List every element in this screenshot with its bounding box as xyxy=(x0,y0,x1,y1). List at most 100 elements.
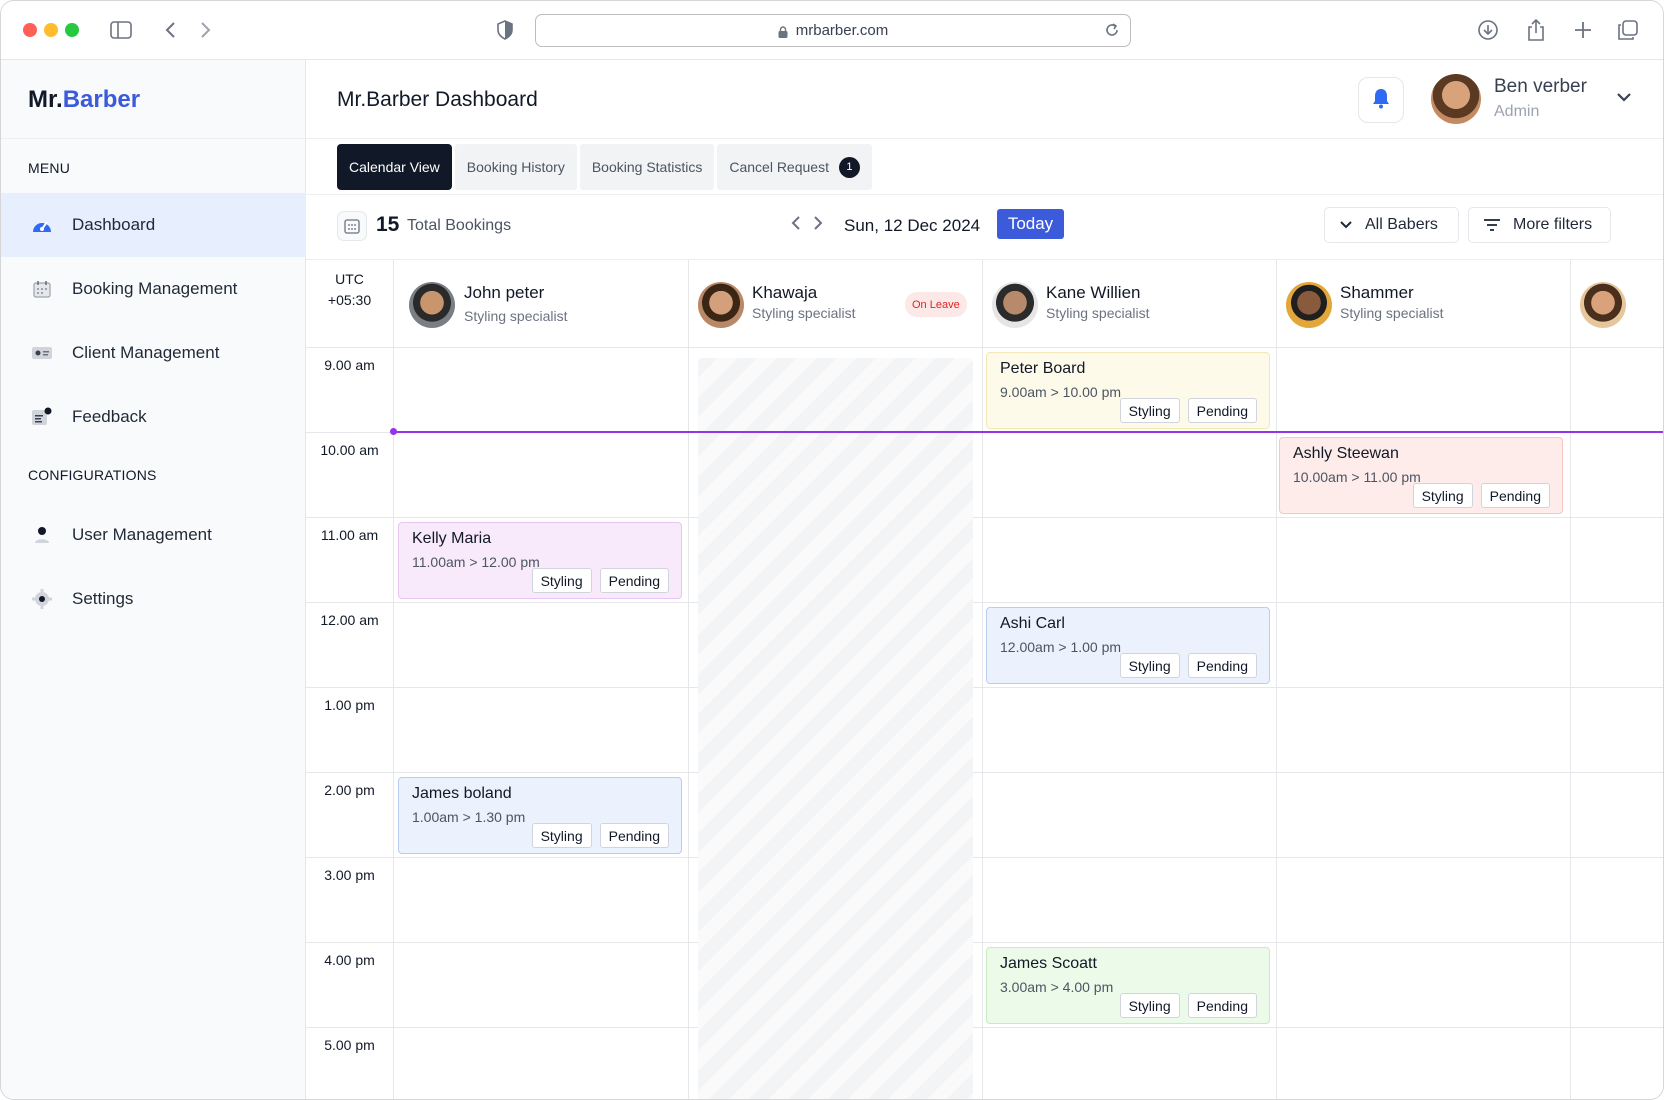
barber-header-john-peter[interactable]: John peter Styling specialist xyxy=(393,260,688,347)
time-slot-label: 5.00 pm xyxy=(324,1037,375,1053)
sidebar-item-label: Booking Management xyxy=(72,279,238,298)
share-icon[interactable] xyxy=(1523,17,1549,43)
page-title: Mr.Barber Dashboard xyxy=(337,88,538,111)
more-filters-button[interactable]: More filters xyxy=(1468,207,1611,243)
back-icon[interactable] xyxy=(157,17,183,43)
avatar xyxy=(1580,282,1626,328)
avatar xyxy=(1286,282,1332,328)
sidebar-item-dashboard[interactable]: Dashboard xyxy=(1,193,306,257)
forward-icon[interactable] xyxy=(193,17,219,43)
next-day-icon[interactable] xyxy=(812,215,824,236)
barber-header-kane-willien[interactable]: Kane Willien Styling specialist xyxy=(982,260,1276,347)
close-window-button[interactable] xyxy=(23,23,37,37)
service-tag: Styling xyxy=(1119,993,1180,1018)
current-time-dot xyxy=(390,428,397,435)
sidebar-item-label: Feedback xyxy=(72,407,147,426)
status-badge: Pending xyxy=(1187,398,1257,423)
hour-divider xyxy=(306,857,1663,858)
today-button[interactable]: Today xyxy=(997,209,1064,239)
avatar xyxy=(409,282,455,328)
booking-card[interactable]: Kelly Maria 11.00am > 12.00 pm Styling Pe… xyxy=(398,522,682,599)
bell-icon xyxy=(1371,87,1391,114)
client-name: Kelly Maria xyxy=(412,530,492,547)
sidebar-item-feedback[interactable]: Feedback xyxy=(1,385,306,449)
total-bookings-count: 15 xyxy=(376,213,400,236)
barber-role: Styling specialist xyxy=(1340,305,1444,321)
avatar[interactable] xyxy=(1431,74,1481,124)
user-name[interactable]: Ben verber xyxy=(1494,76,1587,98)
menu-section-title: MENU xyxy=(28,160,71,176)
hour-divider xyxy=(306,517,1663,518)
notification-button[interactable] xyxy=(1358,77,1404,123)
time-slot-label: 11.00 am xyxy=(320,527,379,543)
date-navigation xyxy=(790,215,824,236)
booking-card[interactable]: James boland 1.00am > 1.30 pm Styling Pen… xyxy=(398,777,682,854)
booking-card[interactable]: Peter Board 9.00am > 10.00 pm Styling Pen… xyxy=(986,352,1270,429)
client-name: Ashi Carl xyxy=(1000,615,1065,632)
download-icon[interactable] xyxy=(1475,17,1501,43)
client-name: Peter Board xyxy=(1000,360,1086,377)
current-date: Sun, 12 Dec 2024 xyxy=(844,216,981,235)
brand-logo[interactable]: Mr.Barber xyxy=(28,86,140,114)
sidebar-item-user-management[interactable]: User Management xyxy=(1,503,306,567)
booking-card[interactable]: Ashly Steewan 10.00am > 11.00 pm Styling… xyxy=(1279,437,1563,514)
barber-header-partial[interactable] xyxy=(1570,260,1663,347)
barber-header-shammer[interactable]: Shammer Styling specialist xyxy=(1276,260,1570,347)
hour-divider xyxy=(306,1027,1663,1028)
booking-card[interactable]: James Scoatt 3.00am > 4.00 pm Styling Pen… xyxy=(986,947,1270,1024)
view-tabs: Calendar View Booking History Booking St… xyxy=(337,144,872,190)
sidebar-item-client-management[interactable]: Client Management xyxy=(1,321,306,385)
time-slot-label: 2.00 pm xyxy=(324,782,375,798)
sidebar-toggle-icon[interactable] xyxy=(108,17,134,43)
service-tag: Styling xyxy=(1412,483,1473,508)
reload-icon[interactable] xyxy=(1104,22,1120,42)
barbers-filter-dropdown[interactable]: All Babers xyxy=(1324,207,1459,243)
chevron-down-icon xyxy=(1339,220,1353,230)
tab-booking-history[interactable]: Booking History xyxy=(454,144,577,190)
column-divider xyxy=(1570,260,1571,1099)
tab-calendar-view[interactable]: Calendar View xyxy=(337,144,452,190)
column-divider xyxy=(982,260,983,1099)
maximize-window-button[interactable] xyxy=(65,23,79,37)
chevron-down-icon[interactable] xyxy=(1616,90,1632,108)
service-tag: Styling xyxy=(531,823,592,848)
booking-card[interactable]: Ashi Carl 12.00am > 1.00 pm Styling Pendi… xyxy=(986,607,1270,684)
hour-divider xyxy=(306,602,1663,603)
cancel-request-count-badge: 1 xyxy=(838,156,860,178)
calendar-toolbar: 15 Total Bookings Sun, 12 Dec 2024 Today… xyxy=(306,195,1663,259)
sidebar-item-label: Settings xyxy=(72,589,134,608)
time-slot-label: 10.00 am xyxy=(320,442,379,458)
sidebar-item-settings[interactable]: Settings xyxy=(1,567,306,631)
barber-name: John peter xyxy=(464,283,545,302)
user-icon xyxy=(31,524,53,546)
status-badge: Pending xyxy=(599,568,669,593)
sidebar-item-label: Client Management xyxy=(72,343,220,362)
tab-cancel-request[interactable]: Cancel Request 1 xyxy=(717,144,872,190)
minimize-window-button[interactable] xyxy=(44,23,58,37)
shield-icon[interactable] xyxy=(492,17,518,43)
tab-overview-icon[interactable] xyxy=(1615,17,1641,43)
status-badge: Pending xyxy=(1187,653,1257,678)
tab-booking-statistics[interactable]: Booking Statistics xyxy=(579,144,715,190)
hour-divider xyxy=(306,942,1663,943)
sidebar-item-booking-management[interactable]: Booking Management xyxy=(1,257,306,321)
status-badge: Pending xyxy=(1480,483,1550,508)
lock-icon xyxy=(778,25,788,38)
avatar xyxy=(992,282,1038,328)
status-badge: Pending xyxy=(599,823,669,848)
feedback-icon xyxy=(31,406,53,428)
service-tag: Styling xyxy=(1119,398,1180,423)
client-name: James boland xyxy=(412,785,512,802)
new-tab-icon[interactable] xyxy=(1570,17,1596,43)
client-name: Ashly Steewan xyxy=(1293,445,1399,462)
total-bookings-label: Total Bookings xyxy=(407,217,512,234)
sidebar-item-label: User Management xyxy=(72,525,212,544)
configurations-section-title: CONFIGURATIONS xyxy=(28,467,157,483)
previous-day-icon[interactable] xyxy=(790,215,802,236)
dashboard-icon xyxy=(31,214,53,236)
barber-name: Kane Willien xyxy=(1046,283,1141,302)
address-bar[interactable]: mrbarber.com xyxy=(535,14,1131,47)
barber-role: Styling specialist xyxy=(464,308,568,324)
url-text: mrbarber.com xyxy=(795,22,889,39)
barber-header-khawaja[interactable]: Khawaja Styling specialist On Leave xyxy=(688,260,982,347)
